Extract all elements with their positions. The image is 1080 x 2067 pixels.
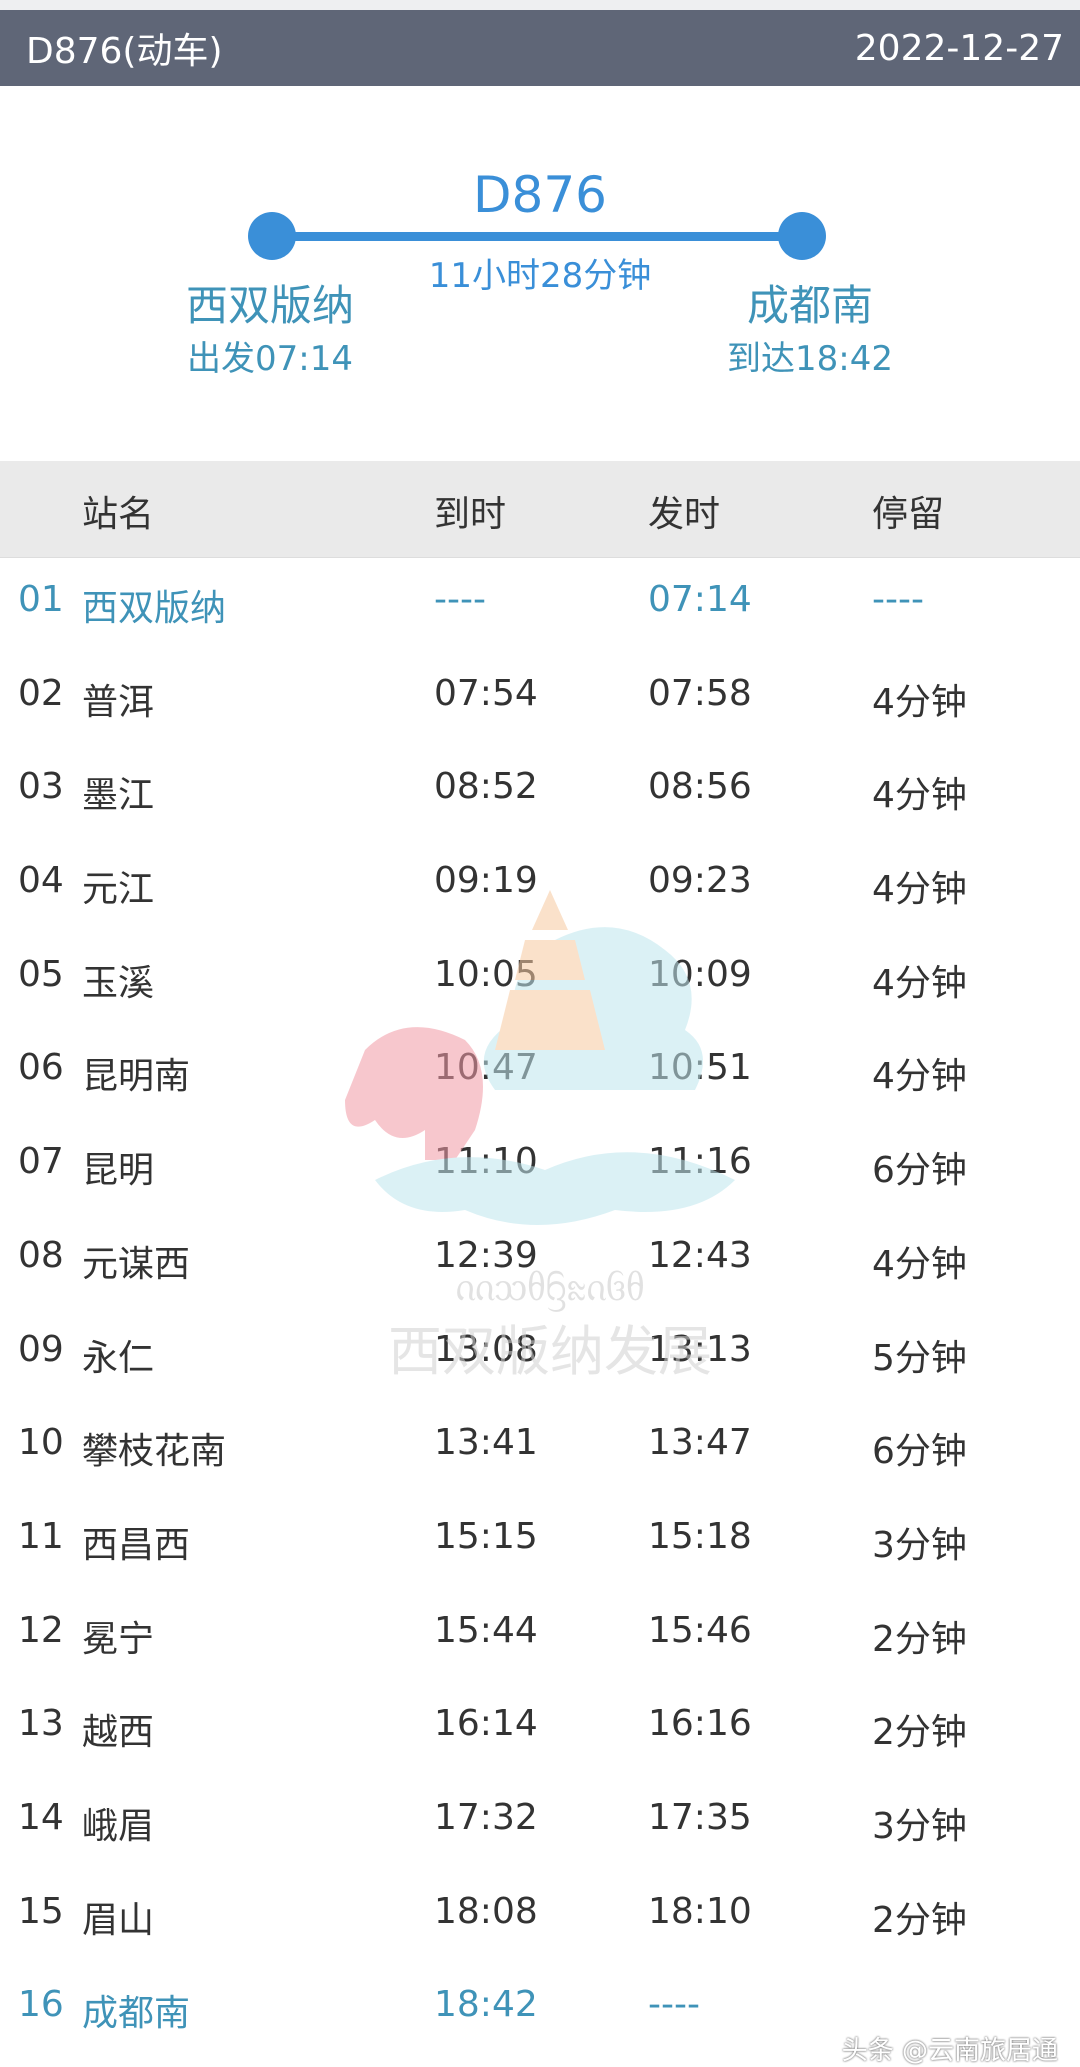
stop-stay: 2分钟: [872, 1618, 967, 1660]
stop-depart: 15:46: [648, 1609, 752, 1651]
stop-station: 眉山: [82, 1899, 155, 1941]
stop-station: 元谋西: [82, 1243, 191, 1285]
stop-stay: 4分钟: [872, 1243, 967, 1285]
train-number: D876: [473, 166, 607, 224]
stop-stay: 2分钟: [872, 1899, 967, 1941]
stop-number: 15: [18, 1890, 64, 1932]
stop-station: 成都南: [82, 1993, 191, 2035]
column-header-arrive: 到时: [434, 494, 507, 535]
stop-depart: 07:14: [648, 579, 752, 620]
stop-station: 元江: [82, 869, 155, 911]
stop-number: 14: [18, 1796, 64, 1838]
stop-arrive: 15:15: [434, 1515, 538, 1557]
table-row: 02 普洱 07:54 07:58 4分钟: [0, 651, 1080, 745]
departure-time: 出发07:14: [187, 339, 353, 379]
stop-station: 永仁: [82, 1337, 155, 1379]
stop-station: 玉溪: [82, 962, 155, 1004]
stop-station: 越西: [82, 1712, 155, 1754]
table-row: 13 越西 16:14 16:16 2分钟: [0, 1681, 1080, 1775]
stop-number: 16: [18, 1984, 64, 2026]
stop-number: 11: [18, 1515, 64, 1557]
stop-depart: 07:58: [648, 672, 752, 714]
stop-depart: ----: [648, 1984, 700, 2026]
stop-station: 昆明南: [82, 1056, 191, 1098]
watermark-caption: 西双版纳发展: [388, 1320, 712, 1383]
stop-depart: 17:35: [648, 1796, 752, 1838]
stop-number: 09: [18, 1328, 64, 1370]
table-row: 03 墨江 08:52 08:56 4分钟: [0, 744, 1080, 838]
stop-number: 05: [18, 953, 64, 995]
stop-station: 冕宁: [82, 1618, 155, 1660]
stop-number: 12: [18, 1609, 64, 1651]
stop-number: 13: [18, 1703, 64, 1745]
stop-number: 01: [18, 579, 64, 620]
stop-stay: 4分钟: [872, 1056, 967, 1098]
xishuangbanna-logo-watermark: ᦶᦉᦲᦌᦰᦵᦑᦲ 西双版纳发展: [345, 890, 735, 1383]
origin-station: 西双版纳: [185, 281, 354, 330]
destination-block: 成都南 到达18:42: [690, 278, 930, 384]
stop-number: 08: [18, 1234, 64, 1276]
table-row: 11 西昌西 15:15 15:18 3分钟: [0, 1494, 1080, 1588]
column-header-stay: 停留: [872, 494, 945, 535]
stop-station: 普洱: [82, 681, 155, 723]
stop-arrive: 18:08: [434, 1890, 538, 1932]
arrival-time: 到达18:42: [727, 339, 893, 379]
stop-number: 07: [18, 1141, 64, 1183]
table-row: 14 峨眉 17:32 17:35 3分钟: [0, 1775, 1080, 1869]
stop-arrive: 13:41: [434, 1422, 538, 1464]
stop-stay: 4分钟: [872, 869, 967, 911]
stop-arrive: 17:32: [434, 1796, 538, 1838]
stop-stay: ----: [872, 579, 924, 620]
stop-stay: 3分钟: [872, 1805, 967, 1847]
stop-number: 03: [18, 766, 64, 808]
header-bar: D876(动车) 2022-12-27: [0, 10, 1080, 86]
source-credit: 头条 @云南旅居通: [841, 2036, 1058, 2066]
stop-stay: 4分钟: [872, 962, 967, 1004]
column-header-depart: 发时: [648, 494, 721, 535]
stop-stay: 6分钟: [872, 1431, 967, 1473]
top-strip: [0, 0, 1080, 10]
stop-depart: 15:18: [648, 1515, 752, 1557]
elephant-shape: [345, 1027, 483, 1160]
stop-number: 02: [18, 672, 64, 714]
stop-station: 西昌西: [82, 1524, 191, 1566]
stop-stay: 3分钟: [872, 1524, 967, 1566]
table-row: 12 冕宁 15:44 15:46 2分钟: [0, 1588, 1080, 1682]
stop-arrive: 16:14: [434, 1703, 538, 1745]
stop-stay: 2分钟: [872, 1712, 967, 1754]
stop-arrive: 18:42: [434, 1984, 538, 2026]
travel-date: 2022-12-27: [854, 27, 1064, 69]
watermark-script: ᦶᦉᦲᦌᦰᦵᦑᦲ: [456, 1264, 645, 1312]
stop-station: 昆明: [82, 1150, 155, 1192]
origin-block: 西双版纳 出发07:14: [150, 278, 390, 384]
stop-depart: 18:10: [648, 1890, 752, 1932]
stop-stay: 5分钟: [872, 1337, 967, 1379]
table-row: 01 西双版纳 ---- 07:14 ----: [0, 557, 1080, 651]
stop-stay: 6分钟: [872, 1150, 967, 1192]
base-cloud-shape: [375, 1152, 735, 1225]
destination-station: 成都南: [746, 281, 873, 330]
stop-stay: 4分钟: [872, 775, 967, 817]
stop-arrive: 15:44: [434, 1609, 538, 1651]
route-line: [272, 232, 802, 241]
stop-station: 墨江: [82, 775, 155, 817]
stop-arrive: 07:54: [434, 672, 538, 714]
stop-station: 西双版纳: [82, 588, 227, 629]
stop-number: 10: [18, 1422, 64, 1464]
stop-station: 峨眉: [82, 1805, 155, 1847]
stop-depart: 08:56: [648, 766, 752, 808]
stop-number: 04: [18, 860, 64, 902]
stop-station: 攀枝花南: [82, 1431, 227, 1473]
column-header-station: 站名: [82, 494, 155, 535]
stop-depart: 13:47: [648, 1422, 752, 1464]
timetable-header: 站名 到时 发时 停留: [0, 461, 1080, 558]
stop-number: 06: [18, 1047, 64, 1089]
train-title: D876(动车): [26, 31, 223, 72]
table-row: 15 眉山 18:08 18:10 2分钟: [0, 1869, 1080, 1963]
stop-depart: 16:16: [648, 1703, 752, 1745]
stop-stay: 4分钟: [872, 681, 967, 723]
stop-arrive: 08:52: [434, 766, 538, 808]
stop-arrive: ----: [434, 579, 486, 620]
